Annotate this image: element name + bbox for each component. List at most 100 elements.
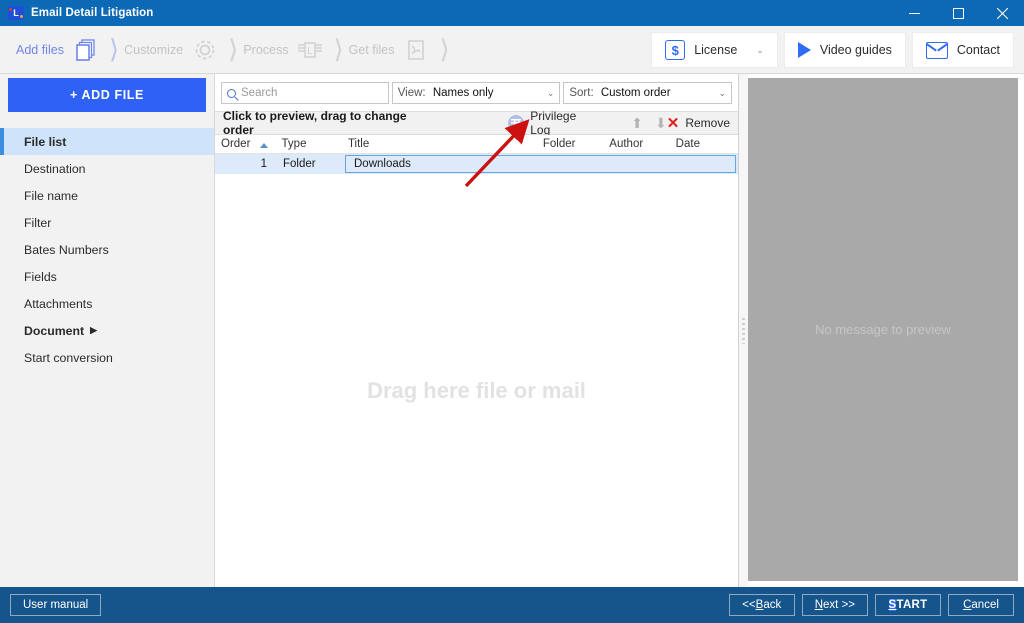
contact-label: Contact	[957, 43, 1000, 57]
column-header-folder[interactable]: Folder	[537, 138, 603, 150]
table-body: 1 Folder Downloads Drag here file or mai…	[215, 154, 738, 587]
documents-stack-icon	[71, 35, 101, 65]
arrow-down-icon[interactable]: ⬇	[655, 115, 667, 132]
wizard-buttons: << Back Next >> START Cancel	[729, 594, 1014, 616]
cancel-suffix: ancel	[971, 599, 999, 611]
window-controls	[892, 0, 1024, 26]
cell-order: 1	[215, 158, 277, 170]
search-icon	[227, 89, 236, 98]
step-get-files[interactable]: Get files ⟩	[349, 35, 455, 65]
arrow-up-icon[interactable]: ⬆	[631, 115, 643, 132]
cell-title[interactable]: Downloads	[345, 155, 736, 173]
minimize-icon[interactable]	[892, 0, 936, 26]
close-icon[interactable]	[980, 0, 1024, 26]
start-suffix: TART	[896, 599, 927, 611]
list-hint-text: Click to preview, drag to change order	[223, 109, 430, 137]
search-placeholder: Search	[241, 87, 277, 99]
bottom-bar: User manual << Back Next >> START Cancel	[0, 587, 1024, 623]
column-header-order[interactable]: Order	[215, 138, 276, 150]
contact-button[interactable]: Contact	[912, 32, 1014, 68]
chevron-down-icon[interactable]: ⌄	[756, 45, 764, 56]
view-select-label: View:	[398, 87, 426, 99]
drop-zone-text: Drag here file or mail	[367, 378, 586, 404]
red-x-icon: ✕	[667, 116, 680, 131]
cancel-button[interactable]: Cancel	[948, 594, 1014, 616]
sidebar-item-file-name[interactable]: File name	[0, 182, 214, 209]
remove-button[interactable]: ✕ Remove	[667, 116, 730, 131]
step-separator-icon: ⟩	[333, 37, 343, 63]
splitter-grip-icon	[742, 318, 745, 344]
table-header: Order Type Title Folder Author Date	[215, 135, 738, 154]
sort-select[interactable]: Sort: Custom order ⌄	[563, 82, 732, 104]
maximize-icon[interactable]	[936, 0, 980, 26]
grid-table-icon	[508, 115, 524, 131]
process-chip-icon: L	[295, 35, 325, 65]
privilege-log-button[interactable]: Privilege Log	[508, 109, 595, 137]
preview-surface: No message to preview	[748, 78, 1018, 581]
column-header-date[interactable]: Date	[670, 138, 738, 150]
sidebar-item-label: Document	[24, 324, 84, 338]
next-accesskey: N	[815, 599, 823, 611]
step-process[interactable]: Process L ⟩	[243, 35, 348, 65]
search-input[interactable]: Search	[221, 82, 389, 104]
view-select[interactable]: View: Names only ⌄	[392, 82, 561, 104]
back-suffix: ack	[763, 599, 781, 611]
step-customize-label: Customize	[124, 43, 183, 57]
sidebar-item-label: Fields	[24, 270, 57, 284]
step-customize[interactable]: Customize ⟩	[124, 35, 243, 65]
sidebar-item-label: Destination	[24, 162, 86, 176]
sidebar-item-bates-numbers[interactable]: Bates Numbers	[0, 236, 214, 263]
sidebar-item-label: Bates Numbers	[24, 243, 109, 257]
svg-text:L: L	[308, 46, 314, 57]
privilege-log-label: Privilege Log	[530, 109, 595, 137]
step-get-files-label: Get files	[349, 43, 395, 57]
sidebar-item-attachments[interactable]: Attachments	[0, 290, 214, 317]
sidebar-item-filter[interactable]: Filter	[0, 209, 214, 236]
start-accesskey: S	[889, 599, 897, 611]
main-body: + ADD FILE File list Destination File na…	[0, 74, 1024, 587]
sidebar-item-label: File list	[24, 135, 66, 149]
sidebar-item-file-list[interactable]: File list	[0, 128, 214, 155]
step-separator-icon: ⟩	[439, 37, 449, 63]
envelope-icon	[926, 42, 948, 59]
next-button[interactable]: Next >>	[802, 594, 868, 616]
table-row[interactable]: 1 Folder Downloads	[215, 154, 738, 174]
sidebar-item-document[interactable]: Document ▶	[0, 317, 214, 344]
chevron-down-icon: ⌄	[718, 88, 726, 99]
sidebar: + ADD FILE File list Destination File na…	[0, 74, 215, 587]
gear-icon	[190, 35, 220, 65]
step-add-files[interactable]: Add files ⟩	[16, 35, 124, 65]
column-header-type[interactable]: Type	[276, 138, 342, 150]
toolbar-actions: $ License ⌄ Video guides Contact	[651, 32, 1014, 68]
pdf-file-icon	[401, 35, 431, 65]
start-button[interactable]: START	[875, 594, 941, 616]
preview-panel: No message to preview	[748, 74, 1024, 587]
column-label: Order	[221, 138, 250, 150]
sort-select-value: Custom order	[601, 87, 671, 99]
user-manual-button[interactable]: User manual	[10, 594, 101, 616]
panel-splitter[interactable]	[739, 74, 748, 587]
sidebar-item-destination[interactable]: Destination	[0, 155, 214, 182]
reorder-controls: ⬆ ⬇	[631, 115, 666, 132]
add-file-button[interactable]: + ADD FILE	[8, 78, 206, 112]
next-suffix: ext >>	[823, 599, 855, 611]
video-guides-button[interactable]: Video guides	[784, 32, 906, 68]
step-add-files-label: Add files	[16, 43, 64, 57]
column-header-author[interactable]: Author	[603, 138, 669, 150]
remove-label: Remove	[685, 116, 730, 130]
back-button[interactable]: << Back	[729, 594, 795, 616]
back-prefix: <<	[742, 599, 755, 611]
license-button[interactable]: $ License ⌄	[651, 32, 778, 68]
cell-type: Folder	[277, 158, 345, 170]
sidebar-item-start-conversion[interactable]: Start conversion	[0, 344, 214, 371]
dollar-box-icon: $	[665, 40, 685, 60]
app-logo-icon: L	[8, 6, 24, 20]
preview-empty-text: No message to preview	[815, 322, 951, 337]
sidebar-item-fields[interactable]: Fields	[0, 263, 214, 290]
column-header-title[interactable]: Title	[342, 138, 537, 150]
view-select-value: Names only	[433, 87, 494, 99]
sidebar-item-label: File name	[24, 189, 78, 203]
window-title: Email Detail Litigation	[31, 7, 153, 19]
step-process-label: Process	[243, 43, 288, 57]
sort-select-label: Sort:	[569, 87, 593, 99]
